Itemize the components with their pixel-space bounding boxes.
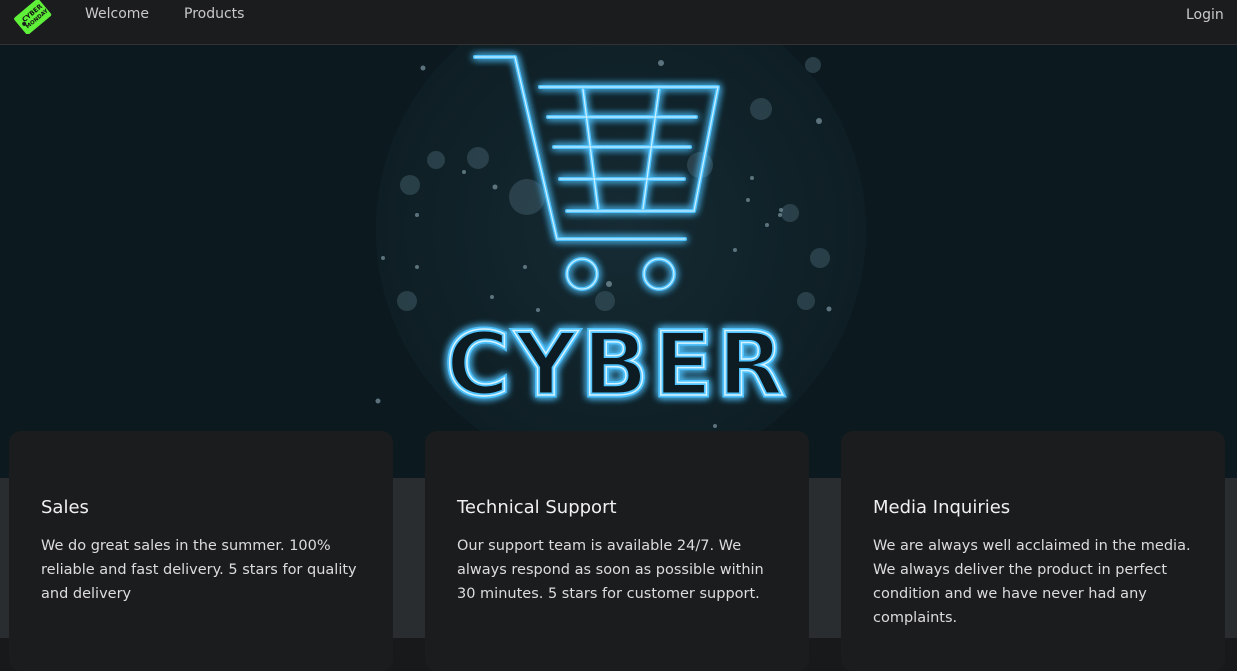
nav-link-login[interactable]: Login bbox=[1186, 7, 1224, 23]
nav-link-products[interactable]: Products bbox=[184, 6, 244, 22]
card-text: We are always well acclaimed in the medi… bbox=[873, 538, 1191, 626]
top-navbar: CYBER MONDAY Welcome Products Login bbox=[0, 0, 1237, 45]
card-media-inquiries: Media Inquiries We are always well accla… bbox=[841, 431, 1225, 671]
card-text: We do great sales in the summer. 100% re… bbox=[41, 538, 357, 602]
card-technical-support: Technical Support Our support team is av… bbox=[425, 431, 809, 671]
neon-cart-illustration: CYBER CYBER bbox=[375, 45, 866, 475]
cyber-monday-logo[interactable]: CYBER MONDAY bbox=[12, 0, 52, 35]
card-title: Sales bbox=[41, 497, 89, 518]
hero-banner: CYBER CYBER bbox=[0, 45, 1237, 478]
nav-link-welcome[interactable]: Welcome bbox=[85, 6, 149, 22]
card-title: Media Inquiries bbox=[873, 497, 1011, 518]
card-sales: Sales We do great sales in the summer. 1… bbox=[9, 431, 393, 671]
hero-headline-core: CYBER bbox=[445, 313, 788, 416]
card-title: Technical Support bbox=[457, 497, 617, 518]
card-text: Our support team is available 24/7. We a… bbox=[457, 538, 764, 602]
